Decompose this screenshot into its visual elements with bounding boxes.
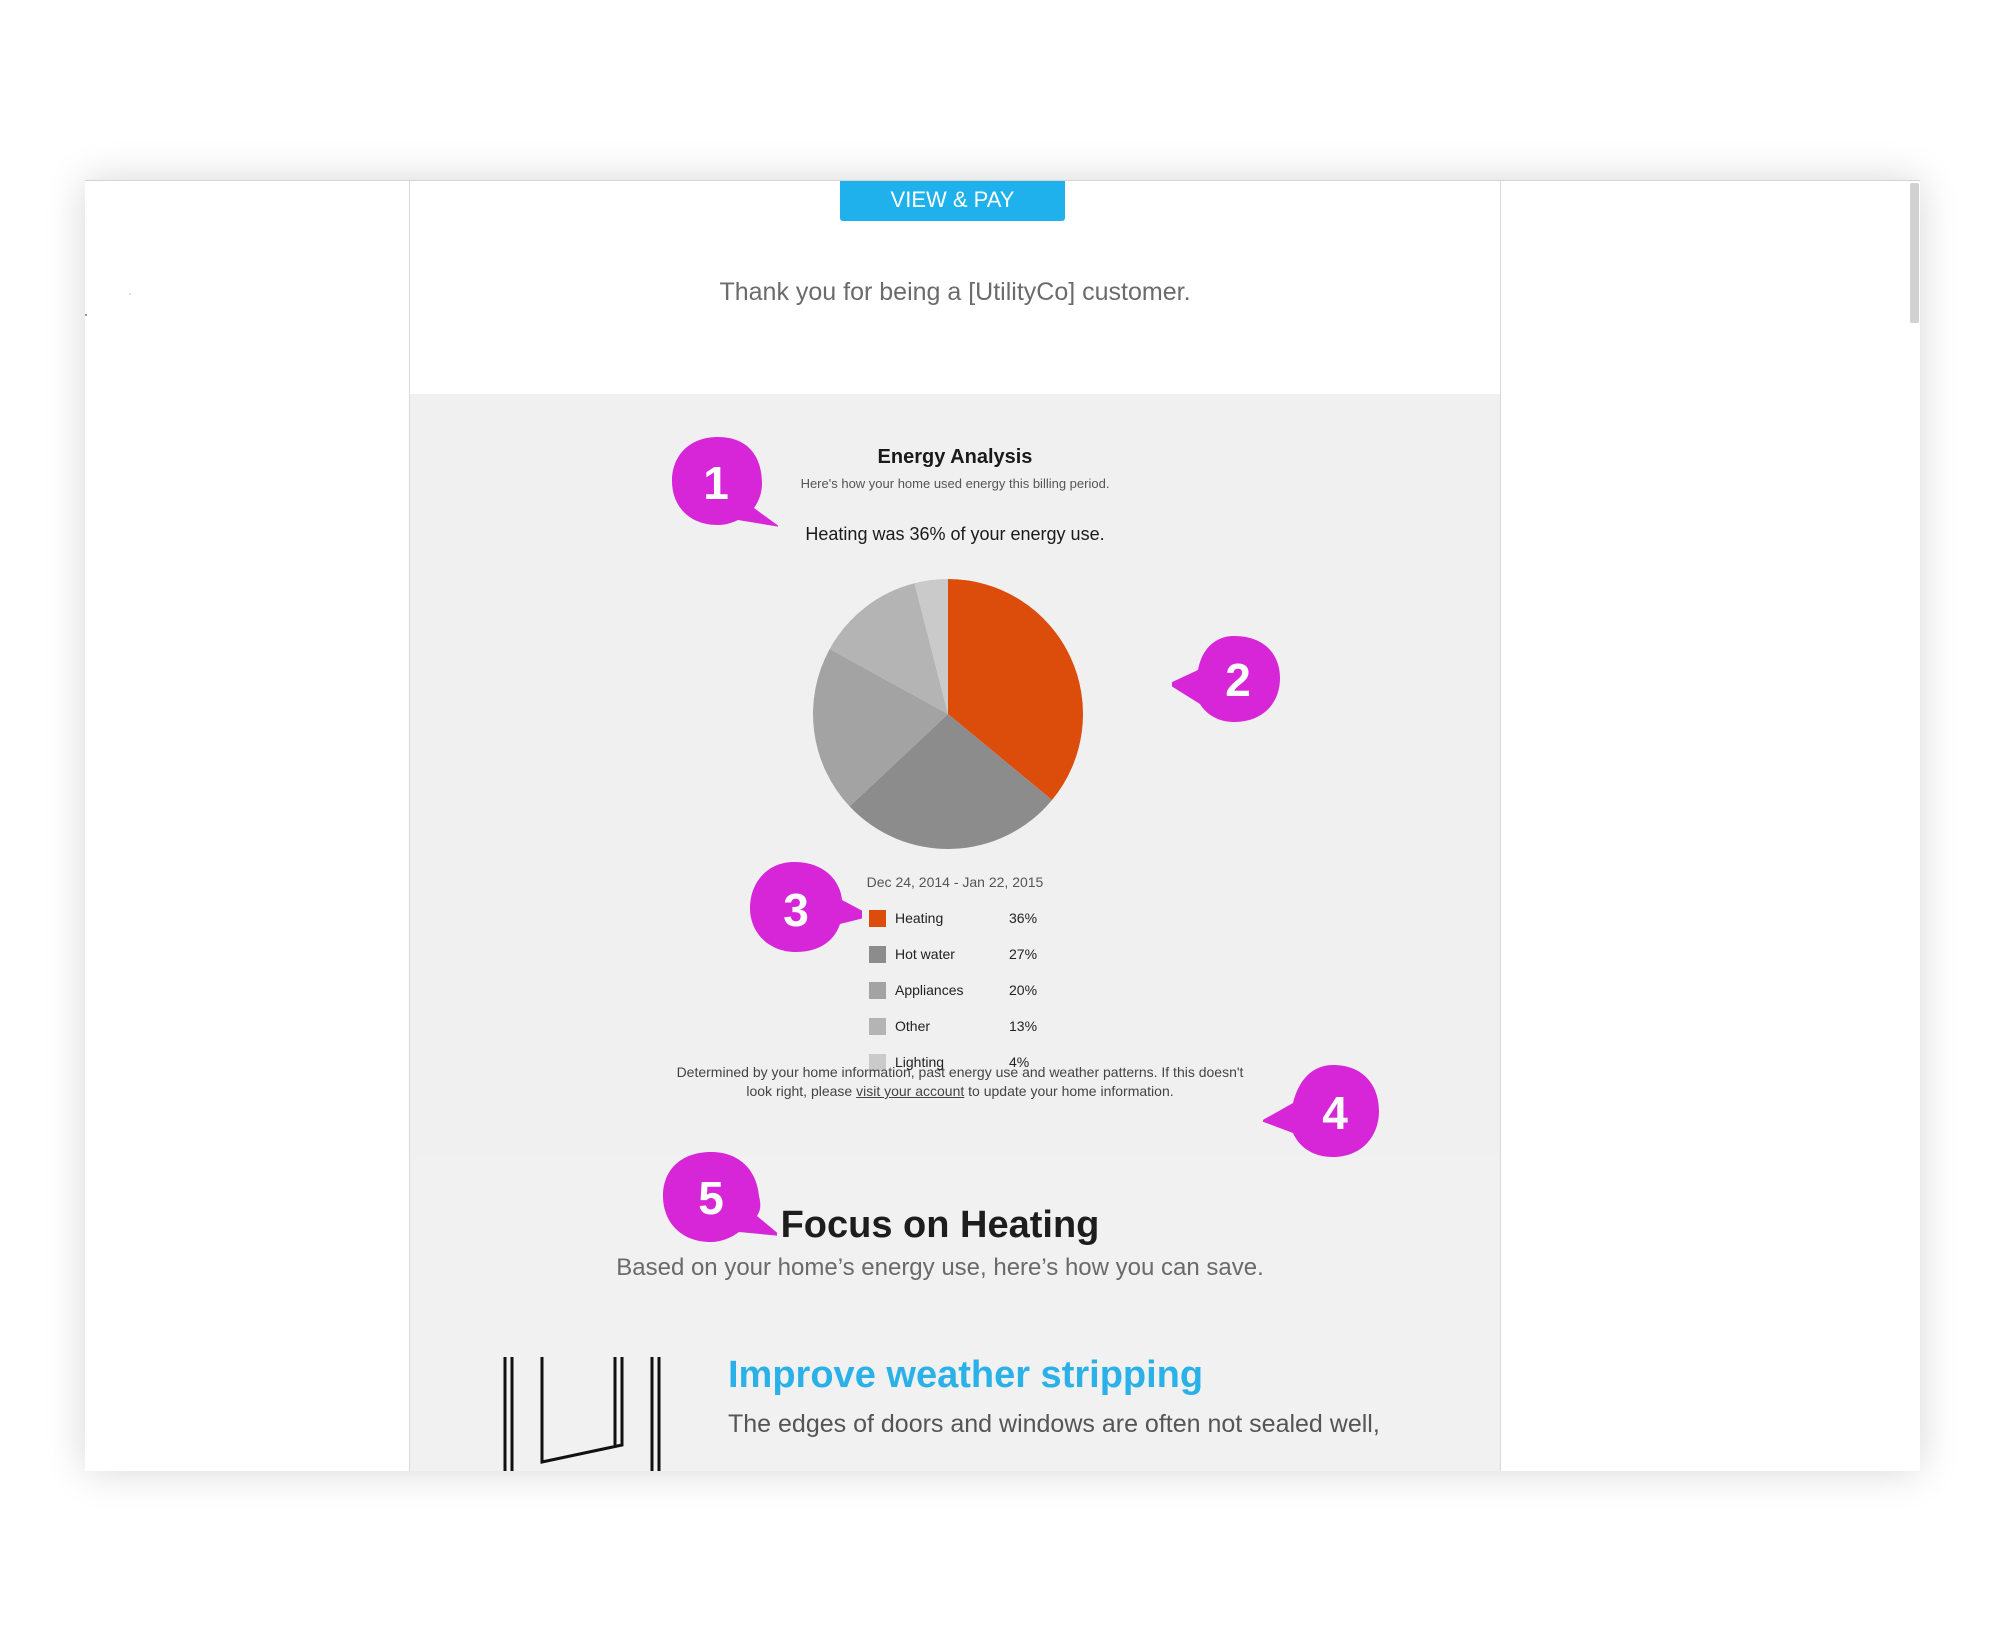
stray-mark [129,293,131,295]
legend-label: Hot water [895,946,955,962]
callout-5-marker: 5 [663,1152,777,1242]
legend-swatch [869,982,886,999]
legend-value: 36% [1009,910,1038,926]
visit-account-link[interactable]: visit your account [856,1083,964,1099]
stray-mark [85,314,87,316]
focus-subtitle: Based on your home’s energy use, here’s … [616,1254,1264,1281]
energy-analysis-headline: Heating was 36% of your energy use. [805,524,1105,544]
callout-3-marker: 3 [750,862,862,952]
legend-swatch [869,946,886,963]
gray-content-section: Energy Analysis Here's how your home use… [410,394,1500,1471]
legend-label: Appliances [895,982,964,998]
legend-value: 13% [1009,1018,1038,1034]
view-and-pay-button[interactable]: VIEW & PAY [840,181,1065,221]
legend-item-hot-water: Hot water 27% [869,944,1069,964]
legend-swatch [869,910,886,927]
email-body: VIEW & PAY Thank you for being a [Utilit… [409,181,1501,1471]
callout-1-marker: 1 [672,437,778,527]
thank-you-text: Thank you for being a [UtilityCo] custom… [719,278,1191,306]
callout-3-number: 3 [783,884,809,936]
callout-5-number: 5 [698,1172,724,1224]
tip-title: Improve weather stripping [728,1354,1204,1396]
focus-title: Focus on Heating [780,1204,1100,1246]
note-text-after: to update your home information. [964,1083,1174,1099]
energy-analysis-subtitle: Here's how your home used energy this bi… [800,476,1110,491]
browser-window: VIEW & PAY Thank you for being a [Utilit… [85,180,1920,1471]
legend-item-heating: Heating 36% [869,908,1069,928]
energy-analysis-panel: Energy Analysis Here's how your home use… [410,394,1500,1154]
energy-pie-chart [813,579,1083,849]
scrollbar[interactable] [1908,181,1920,1471]
legend-label: Other [895,1018,931,1034]
callout-4-number: 4 [1322,1087,1348,1139]
tip-body: The edges of doors and windows are often… [728,1410,1380,1438]
legend-item-other: Other 13% [869,1016,1069,1036]
billing-period: Dec 24, 2014 - Jan 22, 2015 [866,874,1044,890]
scrollbar-thumb[interactable] [1910,183,1919,323]
legend-value: 20% [1009,982,1038,998]
legend-swatch [869,1018,886,1035]
legend-value: 27% [1009,946,1038,962]
callout-1-number: 1 [703,457,729,509]
window-frame-icon [503,1357,661,1471]
energy-analysis-title: Energy Analysis [877,446,1033,468]
legend-label: Heating [895,910,944,926]
analysis-note: Determined by your home information, pas… [670,1063,1250,1101]
callout-2-marker: 2 [1172,636,1280,722]
callout-2-number: 2 [1225,654,1251,706]
callout-4-marker: 4 [1263,1065,1379,1157]
legend-item-appliances: Appliances 20% [869,980,1069,1000]
